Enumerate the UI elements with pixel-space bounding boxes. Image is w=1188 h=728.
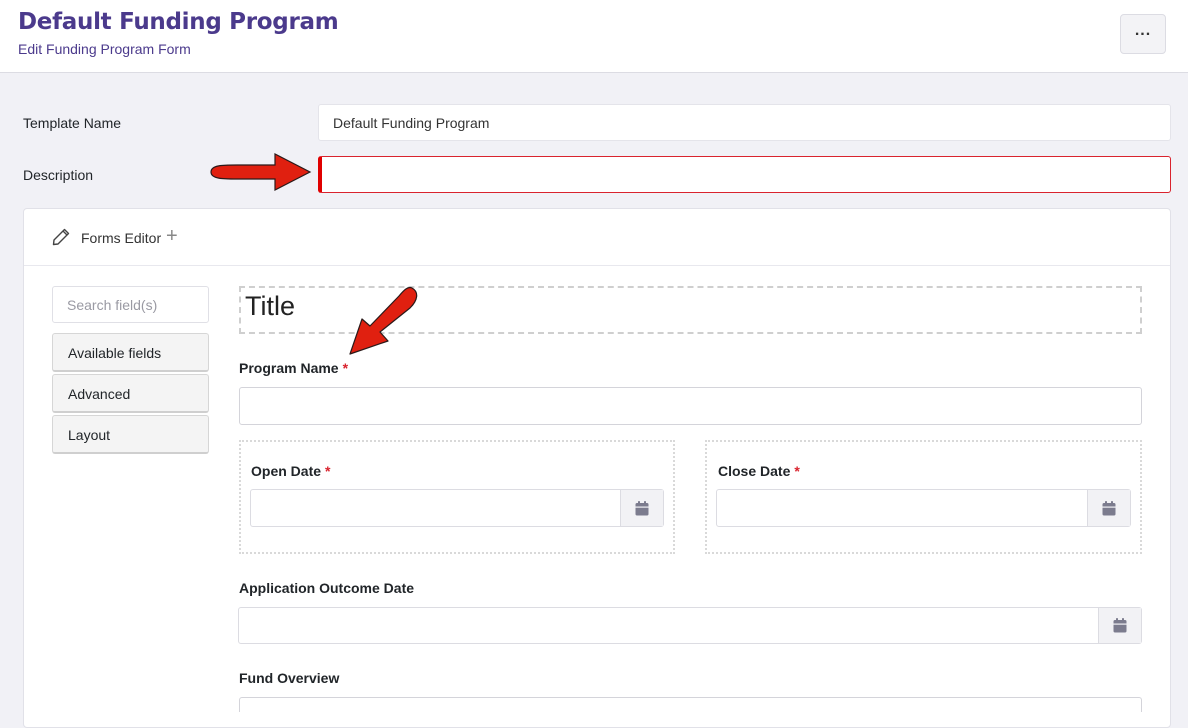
- close-date-group: Close Date *: [705, 440, 1142, 554]
- program-name-label-text: Program Name: [239, 360, 339, 376]
- program-name-input[interactable]: [239, 387, 1142, 425]
- application-outcome-date-input[interactable]: [238, 607, 1142, 644]
- close-date-label: Close Date *: [718, 463, 800, 479]
- open-date-label-text: Open Date: [251, 463, 322, 479]
- description-input[interactable]: [318, 156, 1171, 193]
- calendar-icon: [1102, 500, 1116, 515]
- fund-overview-input[interactable]: [239, 697, 1142, 712]
- pencil-icon: [52, 228, 70, 246]
- search-fields-input[interactable]: [52, 286, 209, 323]
- page-subtitle: Edit Funding Program Form: [18, 41, 191, 57]
- title-component-text: Title: [245, 291, 296, 321]
- close-date-calendar-button[interactable]: [1087, 490, 1130, 526]
- annotation-arrow-program-name: [349, 286, 418, 355]
- close-date-label-text: Close Date: [718, 463, 791, 479]
- program-name-label: Program Name *: [239, 360, 348, 376]
- open-date-group: Open Date *: [239, 440, 675, 554]
- advanced-button[interactable]: Advanced: [52, 374, 209, 413]
- open-date-input[interactable]: [250, 489, 664, 527]
- plus-icon[interactable]: +: [166, 225, 178, 248]
- required-marker: *: [794, 463, 800, 479]
- close-date-input[interactable]: [716, 489, 1131, 527]
- open-date-calendar-button[interactable]: [620, 490, 663, 526]
- required-marker: *: [325, 463, 331, 479]
- template-name-input[interactable]: [318, 104, 1171, 141]
- fund-overview-label: Fund Overview: [239, 670, 340, 686]
- application-outcome-date-label: Application Outcome Date: [239, 580, 415, 596]
- page-header: Default Funding Program Edit Funding Pro…: [0, 0, 1188, 73]
- template-name-label: Template Name: [23, 115, 122, 131]
- application-outcome-calendar-button[interactable]: [1098, 608, 1141, 643]
- open-date-label: Open Date *: [251, 463, 330, 479]
- page-title: Default Funding Program: [18, 9, 339, 35]
- description-label: Description: [23, 167, 94, 183]
- calendar-icon: [1113, 618, 1127, 633]
- required-marker: *: [342, 360, 349, 376]
- annotation-arrow-description: [210, 153, 312, 191]
- calendar-icon: [635, 500, 649, 515]
- available-fields-button[interactable]: Available fields: [52, 333, 209, 372]
- more-horizontal-icon: ...: [1134, 22, 1152, 39]
- more-options-button[interactable]: ...: [1120, 14, 1166, 54]
- forms-editor-title: Forms Editor: [81, 230, 162, 246]
- forms-editor-header: Forms Editor +: [24, 209, 1170, 266]
- layout-button[interactable]: Layout: [52, 415, 209, 454]
